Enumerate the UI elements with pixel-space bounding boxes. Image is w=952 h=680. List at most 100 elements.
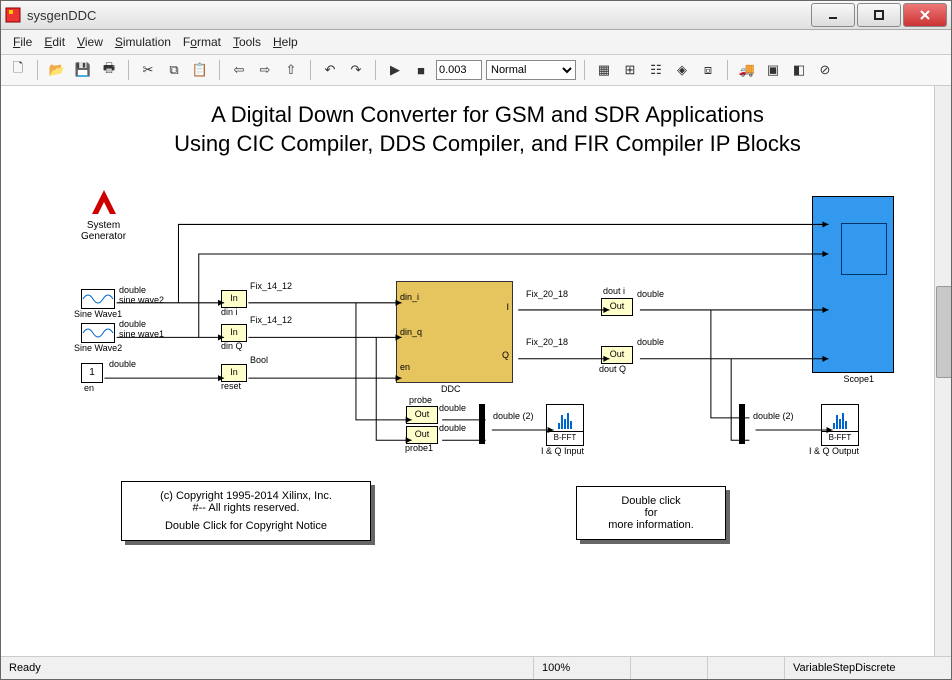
menu-bar: File Edit View Simulation Format Tools H… xyxy=(1,30,951,55)
vertical-scrollbar[interactable] xyxy=(934,86,951,656)
scrollbar-thumb[interactable] xyxy=(936,286,951,378)
gateway-in-i[interactable]: In xyxy=(221,290,247,308)
fft-label: B-FFT xyxy=(547,432,583,443)
app-window: sysgenDDC File Edit View Simulation Form… xyxy=(0,0,952,680)
separator xyxy=(37,60,38,80)
window-title: sysgenDDC xyxy=(27,8,809,23)
block-label: DDC xyxy=(441,384,461,394)
sine-wave1-block[interactable] xyxy=(81,289,115,309)
menu-edit[interactable]: Edit xyxy=(38,33,71,51)
paste-button[interactable]: 📋 xyxy=(189,59,211,81)
status-solver: VariableStepDiscrete xyxy=(785,657,951,679)
app-icon xyxy=(5,7,21,23)
port-label: I xyxy=(506,302,509,312)
sine-wave2-block[interactable] xyxy=(81,323,115,343)
tb-icon[interactable]: ▣ xyxy=(762,59,784,81)
separator xyxy=(310,60,311,80)
constant-block[interactable]: 1 xyxy=(81,363,103,383)
gateway-in-q[interactable]: In xyxy=(221,324,247,342)
status-empty2 xyxy=(708,657,785,679)
block-label: I & Q Output xyxy=(809,446,859,456)
copy-button[interactable]: ⧉ xyxy=(163,59,185,81)
datatype-label: double (2) xyxy=(493,411,534,421)
tb-icon[interactable]: ☷ xyxy=(645,59,667,81)
stop-button[interactable]: ■ xyxy=(410,59,432,81)
title-line2: Using CIC Compiler, DDS Compiler, and FI… xyxy=(61,130,914,159)
datatype-label: double (2) xyxy=(753,411,794,421)
tb-icon[interactable]: ▦ xyxy=(593,59,615,81)
gateway-in-reset[interactable]: In xyxy=(221,364,247,382)
menu-tools[interactable]: Tools xyxy=(227,33,267,51)
block-label: en xyxy=(84,383,94,393)
stop-time-input[interactable] xyxy=(436,60,482,80)
tb-icon[interactable]: ⧈ xyxy=(697,59,719,81)
menu-simulation[interactable]: Simulation xyxy=(109,33,177,51)
menu-view[interactable]: View xyxy=(71,33,109,51)
separator xyxy=(128,60,129,80)
print-button[interactable]: 🖶 xyxy=(98,59,120,81)
signal-label: sine wave2 xyxy=(119,295,164,305)
status-empty1 xyxy=(631,657,708,679)
new-button[interactable]: 🗋 xyxy=(7,59,29,81)
mux-output[interactable] xyxy=(739,404,745,444)
separator xyxy=(727,60,728,80)
system-generator-block[interactable]: SystemGenerator xyxy=(81,186,126,242)
close-button[interactable] xyxy=(903,3,947,27)
system-generator-label: SystemGenerator xyxy=(81,220,126,242)
block-label: dout i xyxy=(603,286,625,296)
note-line: more information. xyxy=(591,519,711,531)
forward-button[interactable]: ⇨ xyxy=(254,59,276,81)
datatype-label: Fix_14_12 xyxy=(250,281,292,291)
status-bar: Ready 100% VariableStepDiscrete xyxy=(1,656,951,679)
note-line: #-- All rights reserved. xyxy=(136,502,356,514)
menu-file[interactable]: File xyxy=(7,33,38,51)
gateway-out-q[interactable]: Out xyxy=(601,346,633,364)
tb-icon[interactable]: ◧ xyxy=(788,59,810,81)
datatype-label: double xyxy=(109,359,136,369)
fft-icon xyxy=(547,405,583,432)
port-label: din_q xyxy=(400,327,422,337)
separator xyxy=(584,60,585,80)
sim-mode-select[interactable]: Normal xyxy=(486,60,576,80)
probe1-out[interactable]: Out xyxy=(406,426,438,444)
play-button[interactable]: ▶ xyxy=(384,59,406,81)
tb-icon[interactable]: ⊞ xyxy=(619,59,641,81)
redo-button[interactable]: ↷ xyxy=(345,59,367,81)
probe-out[interactable]: Out xyxy=(406,406,438,424)
scope-display xyxy=(841,223,887,275)
model-canvas[interactable]: A Digital Down Converter for GSM and SDR… xyxy=(1,86,934,656)
tool-bar: 🗋 📂 💾 🖶 ✂ ⧉ 📋 ⇦ ⇨ ⇧ ↶ ↷ ▶ ■ Normal ▦ ⊞ ☷… xyxy=(1,55,951,86)
minimize-button[interactable] xyxy=(811,3,855,27)
datatype-label: double xyxy=(439,403,466,413)
status-zoom: 100% xyxy=(534,657,631,679)
menu-help[interactable]: Help xyxy=(267,33,304,51)
bfft-output[interactable]: B-FFT xyxy=(821,404,859,446)
note-line: Double click xyxy=(591,495,711,507)
mux-input[interactable] xyxy=(479,404,485,444)
open-button[interactable]: 📂 xyxy=(46,59,68,81)
copyright-note[interactable]: (c) Copyright 1995-2014 Xilinx, Inc. #--… xyxy=(121,481,371,541)
block-label: Scope1 xyxy=(843,374,874,384)
tb-icon[interactable]: 🚚 xyxy=(736,59,758,81)
scope-block[interactable] xyxy=(812,196,894,373)
bfft-input[interactable]: B-FFT xyxy=(546,404,584,446)
tb-icon[interactable]: ◈ xyxy=(671,59,693,81)
cut-button[interactable]: ✂ xyxy=(137,59,159,81)
maximize-button[interactable] xyxy=(857,3,901,27)
datatype-label: Fix_14_12 xyxy=(250,315,292,325)
undo-button[interactable]: ↶ xyxy=(319,59,341,81)
note-line: (c) Copyright 1995-2014 Xilinx, Inc. xyxy=(136,490,356,502)
datatype-label: double xyxy=(119,285,146,295)
up-button[interactable]: ⇧ xyxy=(280,59,302,81)
gateway-out-i[interactable]: Out xyxy=(601,298,633,316)
tb-icon[interactable]: ⊘ xyxy=(814,59,836,81)
menu-format[interactable]: Format xyxy=(177,33,227,51)
title-bar: sysgenDDC xyxy=(1,1,951,30)
block-label: Sine Wave1 xyxy=(74,309,122,319)
ddc-subsystem[interactable]: din_i din_q en I Q xyxy=(396,281,513,383)
save-button[interactable]: 💾 xyxy=(72,59,94,81)
block-label: din i xyxy=(221,307,238,317)
back-button[interactable]: ⇦ xyxy=(228,59,250,81)
info-note[interactable]: Double click for more information. xyxy=(576,486,726,540)
block-label: I & Q Input xyxy=(541,446,584,456)
